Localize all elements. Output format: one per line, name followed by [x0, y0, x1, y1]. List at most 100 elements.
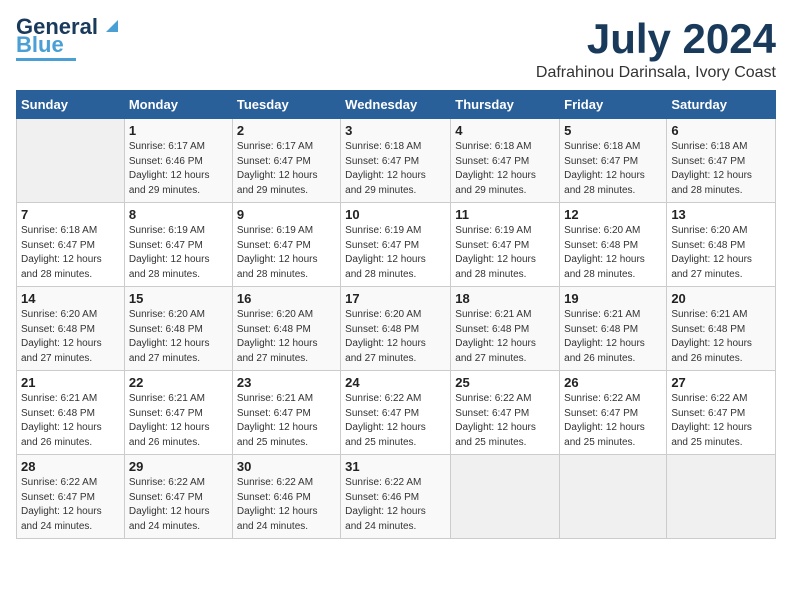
day-number: 11	[455, 207, 555, 222]
day-info: Sunrise: 6:18 AM Sunset: 6:47 PM Dayligh…	[21, 224, 120, 282]
calendar-cell: 15Sunrise: 6:20 AM Sunset: 6:48 PM Dayli…	[124, 287, 232, 371]
weekday-header-wednesday: Wednesday	[341, 91, 451, 119]
weekday-header-row: SundayMondayTuesdayWednesdayThursdayFrid…	[17, 91, 776, 119]
weekday-header-sunday: Sunday	[17, 91, 125, 119]
weekday-header-thursday: Thursday	[451, 91, 560, 119]
day-number: 14	[21, 291, 120, 306]
day-number: 27	[671, 375, 771, 390]
location-title: Dafrahinou Darinsala, Ivory Coast	[536, 64, 776, 82]
title-block: July 2024 Dafrahinou Darinsala, Ivory Co…	[536, 16, 776, 82]
calendar-week-2: 7Sunrise: 6:18 AM Sunset: 6:47 PM Daylig…	[17, 203, 776, 287]
day-number: 29	[129, 459, 228, 474]
calendar-cell: 8 Sunrise: 6:19 AM Sunset: 6:47 PM Daylig…	[124, 203, 232, 287]
day-info: Sunrise: 6:18 AM Sunset: 6:47 PM Dayligh…	[345, 140, 446, 198]
day-number: 25	[455, 375, 555, 390]
calendar-cell: 2Sunrise: 6:17 AM Sunset: 6:47 PM Daylig…	[232, 119, 340, 203]
calendar-cell: 11 Sunrise: 6:19 AM Sunset: 6:47 PM Dayli…	[451, 203, 560, 287]
day-info: Sunrise: 6:17 AM Sunset: 6:47 PM Dayligh…	[237, 140, 336, 198]
calendar-cell: 16Sunrise: 6:20 AM Sunset: 6:48 PM Dayli…	[232, 287, 340, 371]
day-info: Sunrise: 6:19 AM Sunset: 6:47 PM Dayligh…	[129, 224, 228, 282]
day-info: Sunrise: 6:21 AM Sunset: 6:47 PM Dayligh…	[237, 392, 336, 450]
day-number: 1	[129, 123, 228, 138]
calendar-cell: 31 Sunrise: 6:22 AM Sunset: 6:46 PM Dayli…	[341, 455, 451, 539]
day-number: 8	[129, 207, 228, 222]
logo-text-blue: Blue	[16, 34, 64, 56]
day-number: 31	[345, 459, 446, 474]
day-info: Sunrise: 6:21 AM Sunset: 6:48 PM Dayligh…	[671, 308, 771, 366]
logo: General Blue	[16, 16, 118, 61]
calendar-week-4: 21Sunrise: 6:21 AM Sunset: 6:48 PM Dayli…	[17, 371, 776, 455]
calendar-cell	[17, 119, 125, 203]
calendar-cell: 21Sunrise: 6:21 AM Sunset: 6:48 PM Dayli…	[17, 371, 125, 455]
day-info: Sunrise: 6:21 AM Sunset: 6:47 PM Dayligh…	[129, 392, 228, 450]
day-number: 6	[671, 123, 771, 138]
day-info: Sunrise: 6:22 AM Sunset: 6:46 PM Dayligh…	[345, 476, 446, 534]
calendar-cell: 10Sunrise: 6:19 AM Sunset: 6:47 PM Dayli…	[341, 203, 451, 287]
day-info: Sunrise: 6:18 AM Sunset: 6:47 PM Dayligh…	[564, 140, 662, 198]
day-number: 30	[237, 459, 336, 474]
logo-icon	[100, 16, 118, 34]
day-info: Sunrise: 6:22 AM Sunset: 6:47 PM Dayligh…	[564, 392, 662, 450]
calendar-cell: 17 Sunrise: 6:20 AM Sunset: 6:48 PM Dayli…	[341, 287, 451, 371]
calendar-cell: 9 Sunrise: 6:19 AM Sunset: 6:47 PM Daylig…	[232, 203, 340, 287]
day-number: 4	[455, 123, 555, 138]
weekday-header-saturday: Saturday	[667, 91, 776, 119]
day-info: Sunrise: 6:21 AM Sunset: 6:48 PM Dayligh…	[564, 308, 662, 366]
calendar-cell: 14 Sunrise: 6:20 AM Sunset: 6:48 PM Dayli…	[17, 287, 125, 371]
day-number: 17	[345, 291, 446, 306]
day-info: Sunrise: 6:22 AM Sunset: 6:47 PM Dayligh…	[345, 392, 446, 450]
day-info: Sunrise: 6:19 AM Sunset: 6:47 PM Dayligh…	[455, 224, 555, 282]
day-number: 22	[129, 375, 228, 390]
calendar-cell: 24 Sunrise: 6:22 AM Sunset: 6:47 PM Dayli…	[341, 371, 451, 455]
calendar-cell: 27 Sunrise: 6:22 AM Sunset: 6:47 PM Dayli…	[667, 371, 776, 455]
calendar-cell: 12 Sunrise: 6:20 AM Sunset: 6:48 PM Dayli…	[560, 203, 667, 287]
calendar-cell	[451, 455, 560, 539]
day-info: Sunrise: 6:22 AM Sunset: 6:46 PM Dayligh…	[237, 476, 336, 534]
day-number: 24	[345, 375, 446, 390]
calendar-cell: 25 Sunrise: 6:22 AM Sunset: 6:47 PM Dayli…	[451, 371, 560, 455]
day-number: 28	[21, 459, 120, 474]
calendar-cell: 29Sunrise: 6:22 AM Sunset: 6:47 PM Dayli…	[124, 455, 232, 539]
month-title: July 2024	[536, 16, 776, 62]
calendar-cell: 28 Sunrise: 6:22 AM Sunset: 6:47 PM Dayli…	[17, 455, 125, 539]
day-info: Sunrise: 6:19 AM Sunset: 6:47 PM Dayligh…	[345, 224, 446, 282]
day-number: 26	[564, 375, 662, 390]
calendar-cell: 22 Sunrise: 6:21 AM Sunset: 6:47 PM Dayli…	[124, 371, 232, 455]
calendar-cell	[560, 455, 667, 539]
day-info: Sunrise: 6:20 AM Sunset: 6:48 PM Dayligh…	[345, 308, 446, 366]
day-number: 13	[671, 207, 771, 222]
day-number: 9	[237, 207, 336, 222]
page-header: General Blue July 2024 Dafrahinou Darins…	[16, 16, 776, 82]
day-info: Sunrise: 6:21 AM Sunset: 6:48 PM Dayligh…	[455, 308, 555, 366]
day-info: Sunrise: 6:19 AM Sunset: 6:47 PM Dayligh…	[237, 224, 336, 282]
calendar-week-5: 28 Sunrise: 6:22 AM Sunset: 6:47 PM Dayli…	[17, 455, 776, 539]
day-number: 19	[564, 291, 662, 306]
weekday-header-friday: Friday	[560, 91, 667, 119]
calendar-cell: 13 Sunrise: 6:20 AM Sunset: 6:48 PM Dayli…	[667, 203, 776, 287]
day-number: 20	[671, 291, 771, 306]
day-number: 3	[345, 123, 446, 138]
day-number: 23	[237, 375, 336, 390]
day-info: Sunrise: 6:18 AM Sunset: 6:47 PM Dayligh…	[671, 140, 771, 198]
day-number: 15	[129, 291, 228, 306]
calendar-cell: 23 Sunrise: 6:21 AM Sunset: 6:47 PM Dayli…	[232, 371, 340, 455]
day-number: 18	[455, 291, 555, 306]
day-info: Sunrise: 6:22 AM Sunset: 6:47 PM Dayligh…	[21, 476, 120, 534]
day-info: Sunrise: 6:20 AM Sunset: 6:48 PM Dayligh…	[21, 308, 120, 366]
calendar-cell: 19 Sunrise: 6:21 AM Sunset: 6:48 PM Dayli…	[560, 287, 667, 371]
weekday-header-monday: Monday	[124, 91, 232, 119]
calendar-cell: 30 Sunrise: 6:22 AM Sunset: 6:46 PM Dayli…	[232, 455, 340, 539]
calendar-cell	[667, 455, 776, 539]
day-info: Sunrise: 6:20 AM Sunset: 6:48 PM Dayligh…	[564, 224, 662, 282]
day-info: Sunrise: 6:18 AM Sunset: 6:47 PM Dayligh…	[455, 140, 555, 198]
calendar-cell: 3 Sunrise: 6:18 AM Sunset: 6:47 PM Daylig…	[341, 119, 451, 203]
day-number: 21	[21, 375, 120, 390]
day-info: Sunrise: 6:22 AM Sunset: 6:47 PM Dayligh…	[671, 392, 771, 450]
calendar-week-3: 14 Sunrise: 6:20 AM Sunset: 6:48 PM Dayli…	[17, 287, 776, 371]
calendar-cell: 1Sunrise: 6:17 AM Sunset: 6:46 PM Daylig…	[124, 119, 232, 203]
day-info: Sunrise: 6:20 AM Sunset: 6:48 PM Dayligh…	[671, 224, 771, 282]
calendar-cell: 18 Sunrise: 6:21 AM Sunset: 6:48 PM Dayli…	[451, 287, 560, 371]
weekday-header-tuesday: Tuesday	[232, 91, 340, 119]
day-info: Sunrise: 6:22 AM Sunset: 6:47 PM Dayligh…	[455, 392, 555, 450]
day-number: 12	[564, 207, 662, 222]
